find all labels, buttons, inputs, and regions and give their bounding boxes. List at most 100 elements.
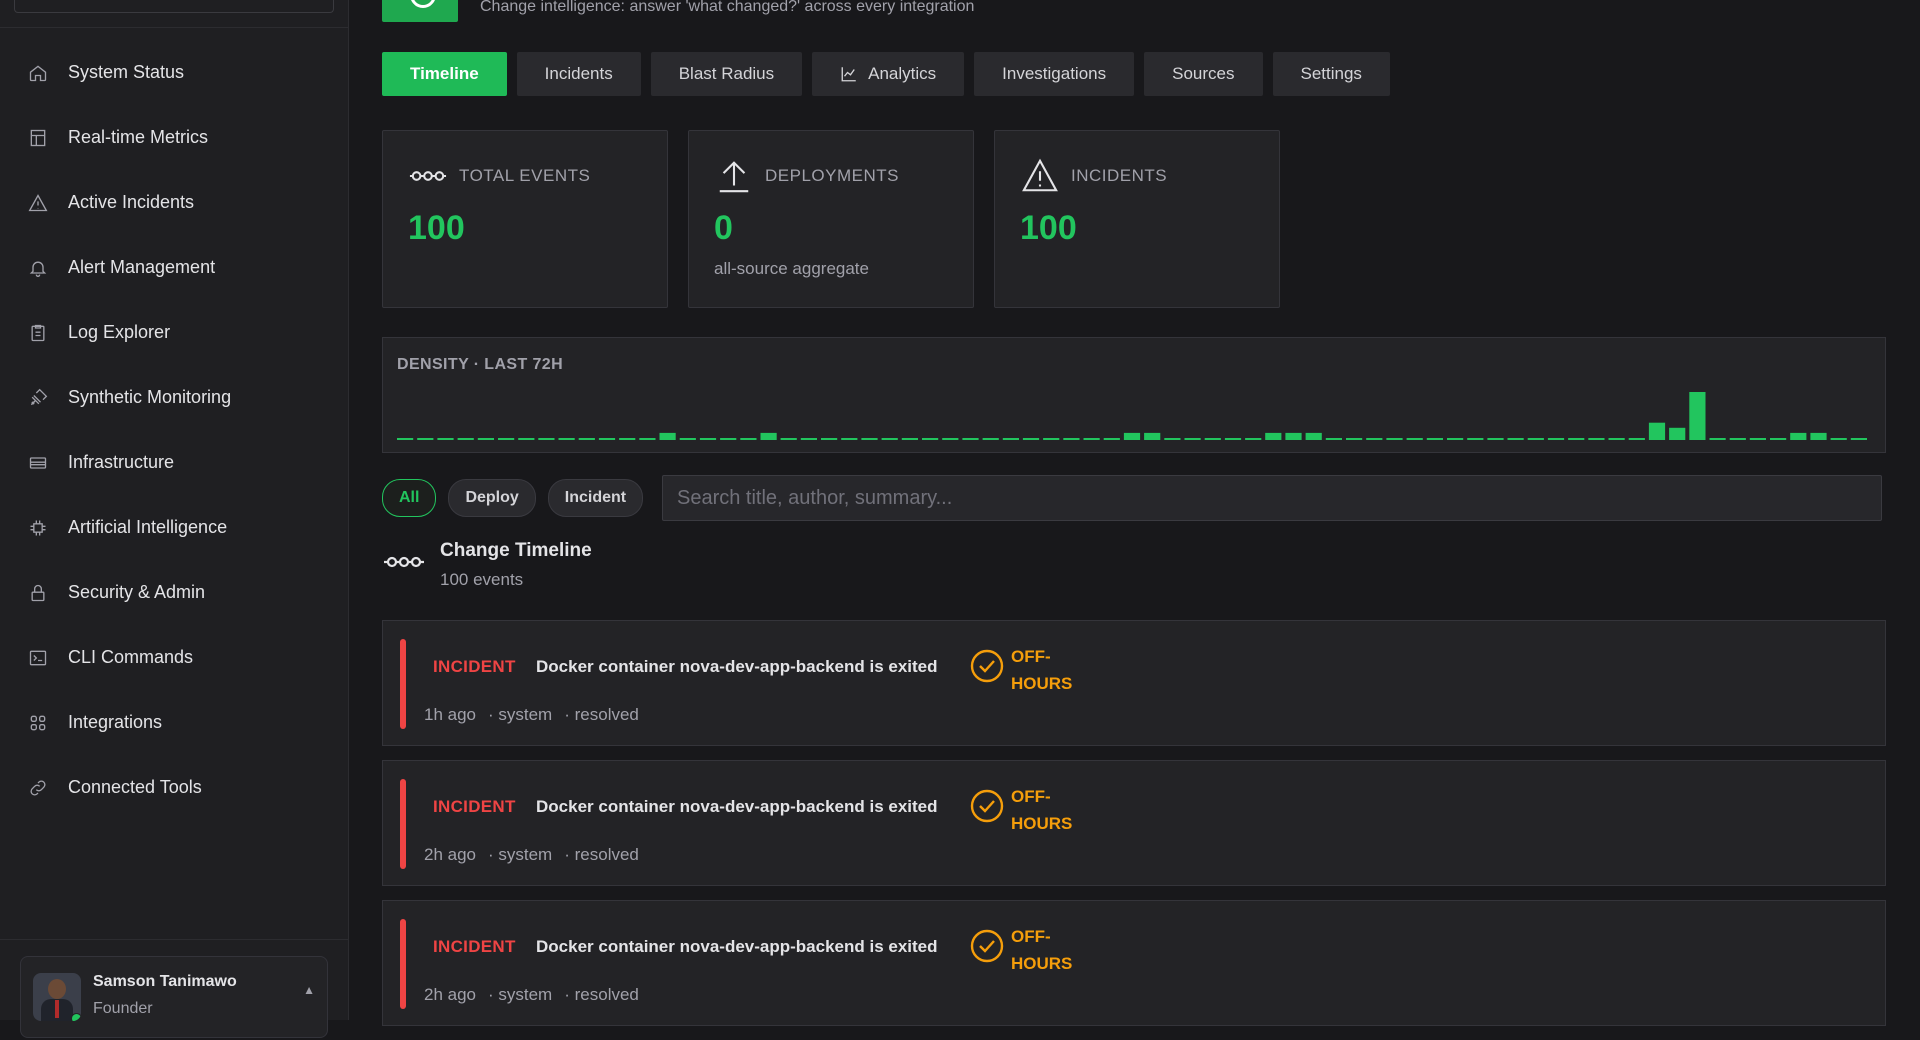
chart-title: DENSITY · LAST 72H — [397, 356, 564, 373]
tab-sources[interactable]: Sources — [1144, 52, 1263, 96]
density-bar — [1144, 432, 1161, 440]
sidebar-item-synthetic-monitoring[interactable]: Synthetic Monitoring — [0, 365, 348, 430]
sidebar-item-integrations[interactable]: Integrations — [0, 690, 348, 755]
density-bar — [699, 438, 717, 440]
event-source: · system — [488, 705, 553, 724]
chevron-up-icon[interactable]: ▲ — [303, 983, 315, 997]
event-time: 1h ago — [424, 705, 476, 724]
check-circle-icon — [970, 789, 1004, 823]
density-bar — [639, 438, 656, 440]
density-bar — [942, 438, 959, 440]
stat-card-total-events: TOTAL EVENTS 100 — [382, 130, 668, 308]
sidebar-item-label: Synthetic Monitoring — [68, 387, 232, 407]
event-meta: 2h ago · system · resolved — [424, 985, 639, 1005]
user-menu[interactable]: Samson Tanimawo Founder ▲ — [20, 956, 328, 1038]
sidebar-item-label: Real-time Metrics — [68, 127, 209, 147]
lock-icon — [28, 583, 48, 603]
sidebar-item-label: Security & Admin — [68, 582, 206, 602]
stat-label: DEPLOYMENTS — [765, 166, 899, 185]
density-bar — [760, 432, 777, 440]
stat-card-deployments: DEPLOYMENTS 0 all-source aggregate — [688, 130, 974, 308]
off-hours-badge: OFF-HOURS — [1011, 787, 1073, 833]
density-bar — [1467, 438, 1484, 440]
sidebar-item-connected-tools[interactable]: Connected Tools — [0, 755, 348, 820]
sidebar-item-label: Artificial Intelligence — [68, 517, 228, 537]
check-circle-icon — [970, 929, 1004, 963]
density-bar — [922, 438, 939, 440]
tab-label: Analytics — [868, 64, 937, 83]
density-bar — [821, 438, 838, 440]
event-row[interactable]: INCIDENT Docker container nova-dev-app-b… — [382, 900, 1886, 1026]
density-bar — [619, 438, 636, 440]
density-bar — [1325, 438, 1342, 440]
tab-timeline[interactable]: Timeline — [382, 52, 507, 96]
density-bar — [962, 438, 979, 440]
tab-investigations[interactable]: Investigations — [974, 52, 1135, 96]
density-bar — [1689, 392, 1706, 440]
density-bar — [901, 438, 918, 440]
filter-pills: All Deploy Incident — [382, 479, 644, 517]
density-bar — [1063, 438, 1080, 440]
satellite-icon — [28, 388, 48, 408]
density-bar — [1164, 438, 1181, 440]
tab-analytics[interactable]: Analytics — [812, 52, 965, 96]
sidebar-item-infrastructure[interactable]: Infrastructure — [0, 430, 348, 495]
clipboard-icon — [28, 323, 48, 343]
density-bar — [558, 438, 575, 440]
timeline-title: Change Timeline — [440, 540, 592, 561]
event-row[interactable]: INCIDENT Docker container nova-dev-app-b… — [382, 620, 1886, 746]
density-bar — [1083, 438, 1100, 440]
sidebar-item-real-time-metrics[interactable]: Real-time Metrics — [0, 105, 348, 170]
sidebar-item-log-explorer[interactable]: Log Explorer — [0, 300, 348, 365]
density-bar — [397, 438, 414, 440]
filter-deploy[interactable]: Deploy — [448, 479, 536, 517]
density-bar — [477, 438, 494, 440]
density-bar — [1790, 432, 1807, 440]
timeline-header: Change Timeline 100 events — [382, 540, 592, 590]
user-name: Samson Tanimawo — [93, 973, 237, 990]
sidebar-search-input[interactable] — [14, 0, 334, 13]
density-bar — [437, 438, 454, 440]
density-bar — [1487, 438, 1504, 440]
event-source: · system — [488, 985, 553, 1004]
density-bar — [1002, 438, 1019, 440]
sidebar-item-cli-commands[interactable]: CLI Commands — [0, 625, 348, 690]
tab-incidents[interactable]: Incidents — [516, 52, 641, 96]
density-bar — [1729, 438, 1746, 440]
sidebar-item-alert-management[interactable]: Alert Management — [0, 235, 348, 300]
density-bar — [1527, 438, 1544, 440]
chip-icon — [28, 518, 48, 538]
density-bar — [1568, 438, 1585, 440]
density-bar — [1386, 438, 1403, 440]
off-hours-badge: OFF-HOURS — [1011, 647, 1073, 693]
event-type: INCIDENT — [433, 937, 516, 956]
search-input[interactable] — [662, 475, 1882, 521]
sidebar-item-artificial-intelligence[interactable]: Artificial Intelligence — [0, 495, 348, 560]
server-icon — [28, 453, 48, 473]
sidebar-item-security-admin[interactable]: Security & Admin — [0, 560, 348, 625]
upload-icon — [715, 157, 753, 195]
tab-blast-radius[interactable]: Blast Radius — [650, 52, 803, 96]
event-time: 2h ago — [424, 845, 476, 864]
tab-settings[interactable]: Settings — [1272, 52, 1390, 96]
chart-line-icon — [840, 65, 858, 83]
event-status: · resolved — [564, 985, 639, 1004]
filter-all[interactable]: All — [382, 479, 437, 517]
sidebar-item-active-incidents[interactable]: Active Incidents — [0, 170, 348, 235]
check-circle-icon — [970, 649, 1004, 683]
warning-icon — [28, 193, 48, 213]
stat-value: 0 — [714, 209, 733, 247]
sidebar-item-label: CLI Commands — [68, 647, 194, 667]
filter-incident[interactable]: Incident — [547, 479, 644, 517]
density-bar — [1850, 438, 1867, 440]
density-bar — [800, 438, 817, 440]
density-bar — [1022, 438, 1040, 440]
event-row[interactable]: INCIDENT Docker container nova-dev-app-b… — [382, 760, 1886, 886]
density-bar — [881, 438, 898, 440]
event-source: · system — [488, 845, 553, 864]
density-bar — [982, 438, 999, 440]
stat-value: 100 — [408, 209, 465, 247]
density-bar — [1426, 438, 1443, 440]
sidebar-item-system-status[interactable]: System Status — [0, 40, 348, 105]
sidebar-item-label: System Status — [68, 62, 185, 82]
